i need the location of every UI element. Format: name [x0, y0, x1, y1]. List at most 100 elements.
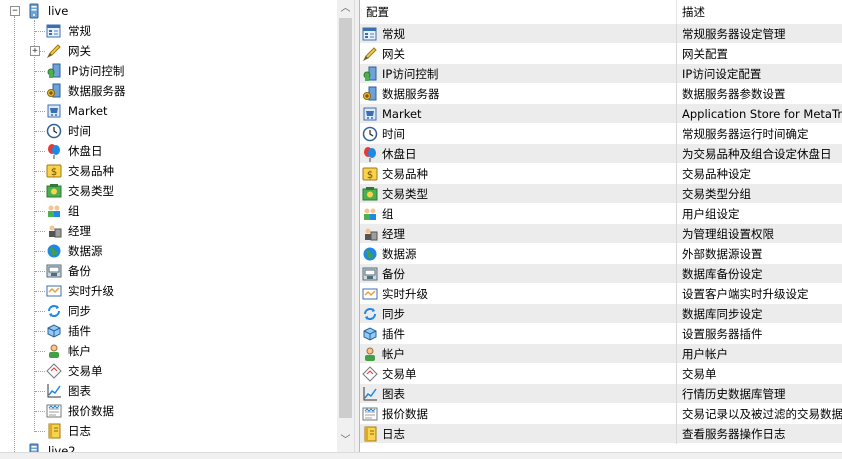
plugin-icon [362, 326, 378, 342]
table-row[interactable]: 休盘日 为交易品种及组合设定休盘日 [360, 144, 842, 164]
tree-vertical-scrollbar[interactable]: ︿ ﹀ [337, 0, 354, 452]
manager-icon [362, 226, 378, 242]
column-header-description[interactable]: 描述 [676, 0, 842, 24]
order-icon [362, 366, 378, 382]
tree-item-label: 网关 [68, 44, 91, 58]
config-name-cell: IP访问控制 [382, 67, 439, 81]
config-name-cell: 组 [382, 207, 394, 221]
table-row[interactable]: IP访问控制 IP访问设定配置 [360, 64, 842, 84]
account-icon [46, 343, 62, 359]
tree-branch-line [35, 311, 45, 312]
table-row[interactable]: 插件 设置服务器插件 [360, 324, 842, 344]
collapse-toggle-icon[interactable]: − [10, 6, 20, 16]
clock-icon [46, 123, 62, 139]
tree-item-label: 插件 [68, 324, 91, 338]
config-name-cell: 实时升级 [382, 287, 428, 301]
table-row[interactable]: 组 用户组设定 [360, 204, 842, 224]
table-row[interactable]: 图表 行情历史数据库管理 [360, 384, 842, 404]
journal-icon [46, 423, 62, 439]
config-name-cell: 常规 [382, 27, 405, 41]
tree-item-label: 交易类型 [68, 184, 114, 198]
account-icon [362, 346, 378, 362]
table-row[interactable]: 交易类型 交易类型分组 [360, 184, 842, 204]
scroll-thumb[interactable] [339, 18, 352, 418]
description-cell: 用户帐户 [682, 347, 728, 361]
plugin-icon [46, 323, 62, 339]
tree-item-label: 备份 [68, 264, 91, 278]
description-cell: 数据库同步设定 [682, 307, 763, 321]
config-tree[interactable]: − live 常规 + 网关 IP访问控制 数据服务器 Market 时间 休盘日 $ 交易品种 交易类… [0, 0, 337, 452]
column-divider [676, 364, 677, 384]
tree-item-label: 实时升级 [68, 284, 114, 298]
column-header-config[interactable]: 配置 [360, 0, 676, 24]
description-cell: 交易记录以及被过滤的交易数据库 [682, 407, 842, 421]
column-divider [676, 244, 677, 264]
expand-toggle-icon[interactable]: + [30, 46, 40, 56]
tree-item-label: 休盘日 [68, 144, 103, 158]
table-row[interactable]: 同步 数据库同步设定 [360, 304, 842, 324]
description-cell: 数据服务器参数设置 [682, 87, 786, 101]
column-divider [676, 164, 677, 184]
table-row[interactable]: 备份 数据库备份设定 [360, 264, 842, 284]
scroll-up-arrow-icon[interactable]: ︿ [337, 0, 354, 17]
config-name-cell: 交易品种 [382, 167, 428, 181]
svg-text:$: $ [51, 167, 57, 178]
quotes-icon [362, 406, 378, 422]
ip-access-icon [46, 63, 62, 79]
config-name-cell: 交易单 [382, 367, 417, 381]
description-cell: 常规服务器设定管理 [682, 27, 786, 41]
table-row[interactable]: 交易单 交易单 [360, 364, 842, 384]
column-divider [676, 144, 677, 164]
column-divider [676, 84, 677, 104]
table-row[interactable]: 报价数据 交易记录以及被过滤的交易数据库 [360, 404, 842, 424]
table-row[interactable]: 经理 为管理组设置权限 [360, 224, 842, 244]
config-name-cell: 交易类型 [382, 187, 428, 201]
server-icon [26, 443, 42, 452]
order-icon [46, 363, 62, 379]
description-cell: 数据库备份设定 [682, 267, 763, 281]
balloon-icon [46, 143, 62, 159]
table-row[interactable]: 数据服务器 数据服务器参数设置 [360, 84, 842, 104]
tree-branch-line [35, 351, 45, 352]
tree-branch-line [35, 191, 45, 192]
column-divider [676, 404, 677, 424]
dollar-icon: $ [362, 166, 378, 182]
journal-icon [362, 426, 378, 442]
quotes-icon [46, 403, 62, 419]
column-divider [676, 224, 677, 244]
table-row[interactable]: 网关 网关配置 [360, 44, 842, 64]
tree-item-label: 数据源 [68, 244, 103, 258]
description-cell: IP访问设定配置 [682, 67, 762, 81]
tree-branch-line [35, 111, 45, 112]
tree-branch-line [35, 251, 45, 252]
table-row[interactable]: $ 交易品种 交易品种设定 [360, 164, 842, 184]
tree-item-label: 交易品种 [68, 164, 114, 178]
config-name-cell: 时间 [382, 127, 405, 141]
table-row[interactable]: 常规 常规服务器设定管理 [360, 24, 842, 44]
table-row[interactable]: 实时升级 设置客户端实时升级设定 [360, 284, 842, 304]
config-name-cell: 数据服务器 [382, 87, 440, 101]
column-divider [676, 64, 677, 84]
table-row[interactable]: Market Application Store for MetaTrader [360, 104, 842, 124]
description-cell: 常规服务器运行时间确定 [682, 127, 809, 141]
description-cell: 设置服务器插件 [682, 327, 763, 341]
tree-item-label: 组 [68, 204, 80, 218]
tree-branch-line [35, 331, 45, 332]
table-row[interactable]: 帐户 用户帐户 [360, 344, 842, 364]
column-divider [676, 424, 677, 444]
tree-branch-line [35, 151, 45, 152]
tree-branch-line [35, 411, 45, 412]
tree-item-label: live [48, 4, 69, 18]
tree-item-label: live2 [48, 444, 76, 452]
server-icon [26, 3, 42, 19]
config-name-cell: 同步 [382, 307, 405, 321]
tree-item-label: 图表 [68, 384, 91, 398]
column-divider [676, 264, 677, 284]
column-divider [676, 204, 677, 224]
scroll-down-arrow-icon[interactable]: ﹀ [337, 432, 354, 449]
tree-item-label: 帐户 [68, 344, 91, 358]
table-row[interactable]: 日志 查看服务器操作日志 [360, 424, 842, 444]
market-icon [46, 103, 62, 119]
table-row[interactable]: 时间 常规服务器运行时间确定 [360, 124, 842, 144]
table-row[interactable]: 数据源 外部数据源设置 [360, 244, 842, 264]
